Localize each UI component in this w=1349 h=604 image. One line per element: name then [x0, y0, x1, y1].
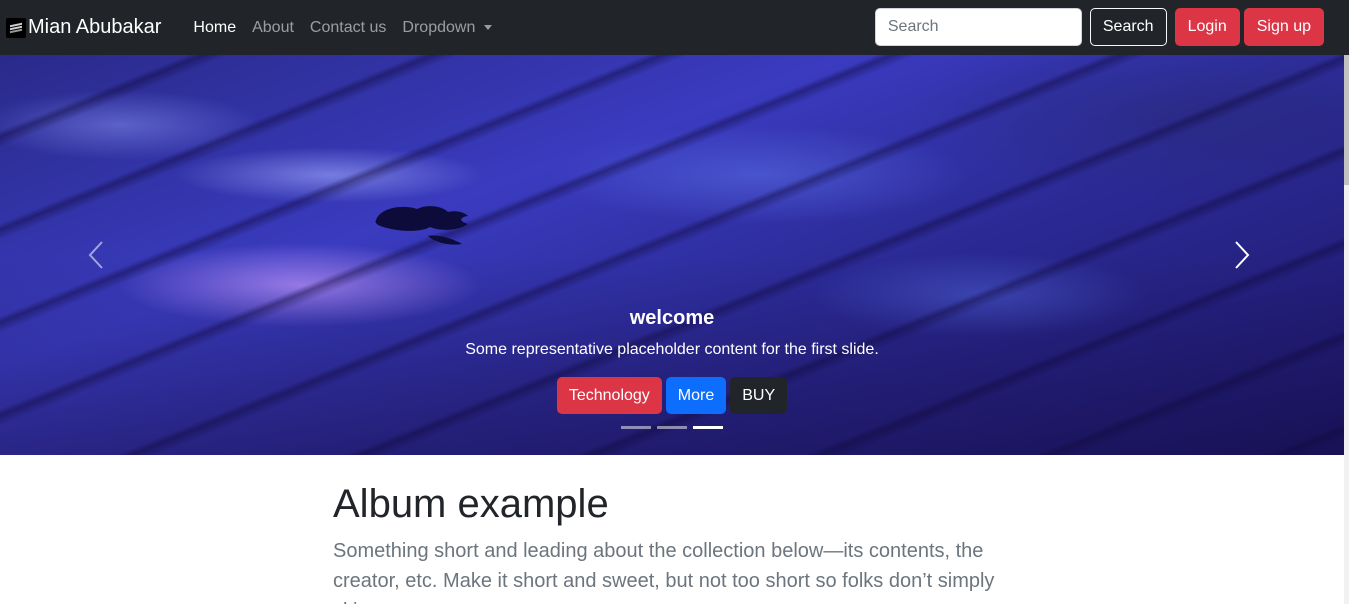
brand-link[interactable]: Mian Abubakar: [6, 16, 161, 39]
apple-logo-icon: [375, 206, 468, 245]
nav-link-about[interactable]: About: [244, 11, 302, 45]
carousel-indicator-1[interactable]: [621, 426, 651, 429]
page-scrollbar-thumb[interactable]: [1344, 55, 1349, 185]
nav-link-home[interactable]: Home: [185, 11, 244, 45]
carousel-indicator-2[interactable]: [657, 426, 687, 429]
navbar: Mian Abubakar Home About Contact us Drop…: [0, 0, 1349, 55]
chevron-left-icon: [88, 241, 103, 269]
search-input[interactable]: [874, 8, 1082, 46]
carousel-caption-buttons: Technology More BUY: [0, 377, 1344, 414]
buy-button[interactable]: BUY: [730, 377, 788, 414]
caret-down-icon: [484, 25, 493, 30]
search-button[interactable]: Search: [1089, 8, 1167, 46]
hero-carousel: welcome Some representative placeholder …: [0, 55, 1344, 455]
signup-button[interactable]: Sign up: [1243, 8, 1324, 46]
nav-links: Home About Contact us Dropdown: [185, 11, 500, 45]
carousel-caption-title: welcome: [629, 307, 715, 329]
album-lead-text: Something short and leading about the co…: [333, 540, 995, 604]
technology-button[interactable]: Technology: [556, 377, 662, 414]
carousel-prev-button[interactable]: [76, 235, 116, 275]
nav-dropdown-label: Dropdown: [402, 18, 476, 36]
brand-logo-icon: [6, 17, 26, 38]
login-button[interactable]: Login: [1174, 8, 1240, 46]
chevron-right-icon: [1235, 241, 1250, 269]
nav-dropdown-toggle[interactable]: Dropdown: [394, 11, 500, 45]
carousel-indicators: [0, 426, 1344, 429]
carousel-caption-text: Some representative placeholder content …: [465, 341, 879, 358]
nav-link-contact[interactable]: Contact us: [302, 11, 394, 45]
carousel-next-button[interactable]: [1222, 235, 1262, 275]
navbar-actions: Search Login Sign up: [874, 8, 1324, 46]
brand-name: Mian Abubakar: [28, 16, 162, 38]
album-section: Album example Something short and leadin…: [333, 480, 1023, 604]
more-button[interactable]: More: [665, 377, 727, 414]
album-title: Album example: [333, 482, 609, 526]
carousel-indicator-3[interactable]: [693, 426, 723, 429]
